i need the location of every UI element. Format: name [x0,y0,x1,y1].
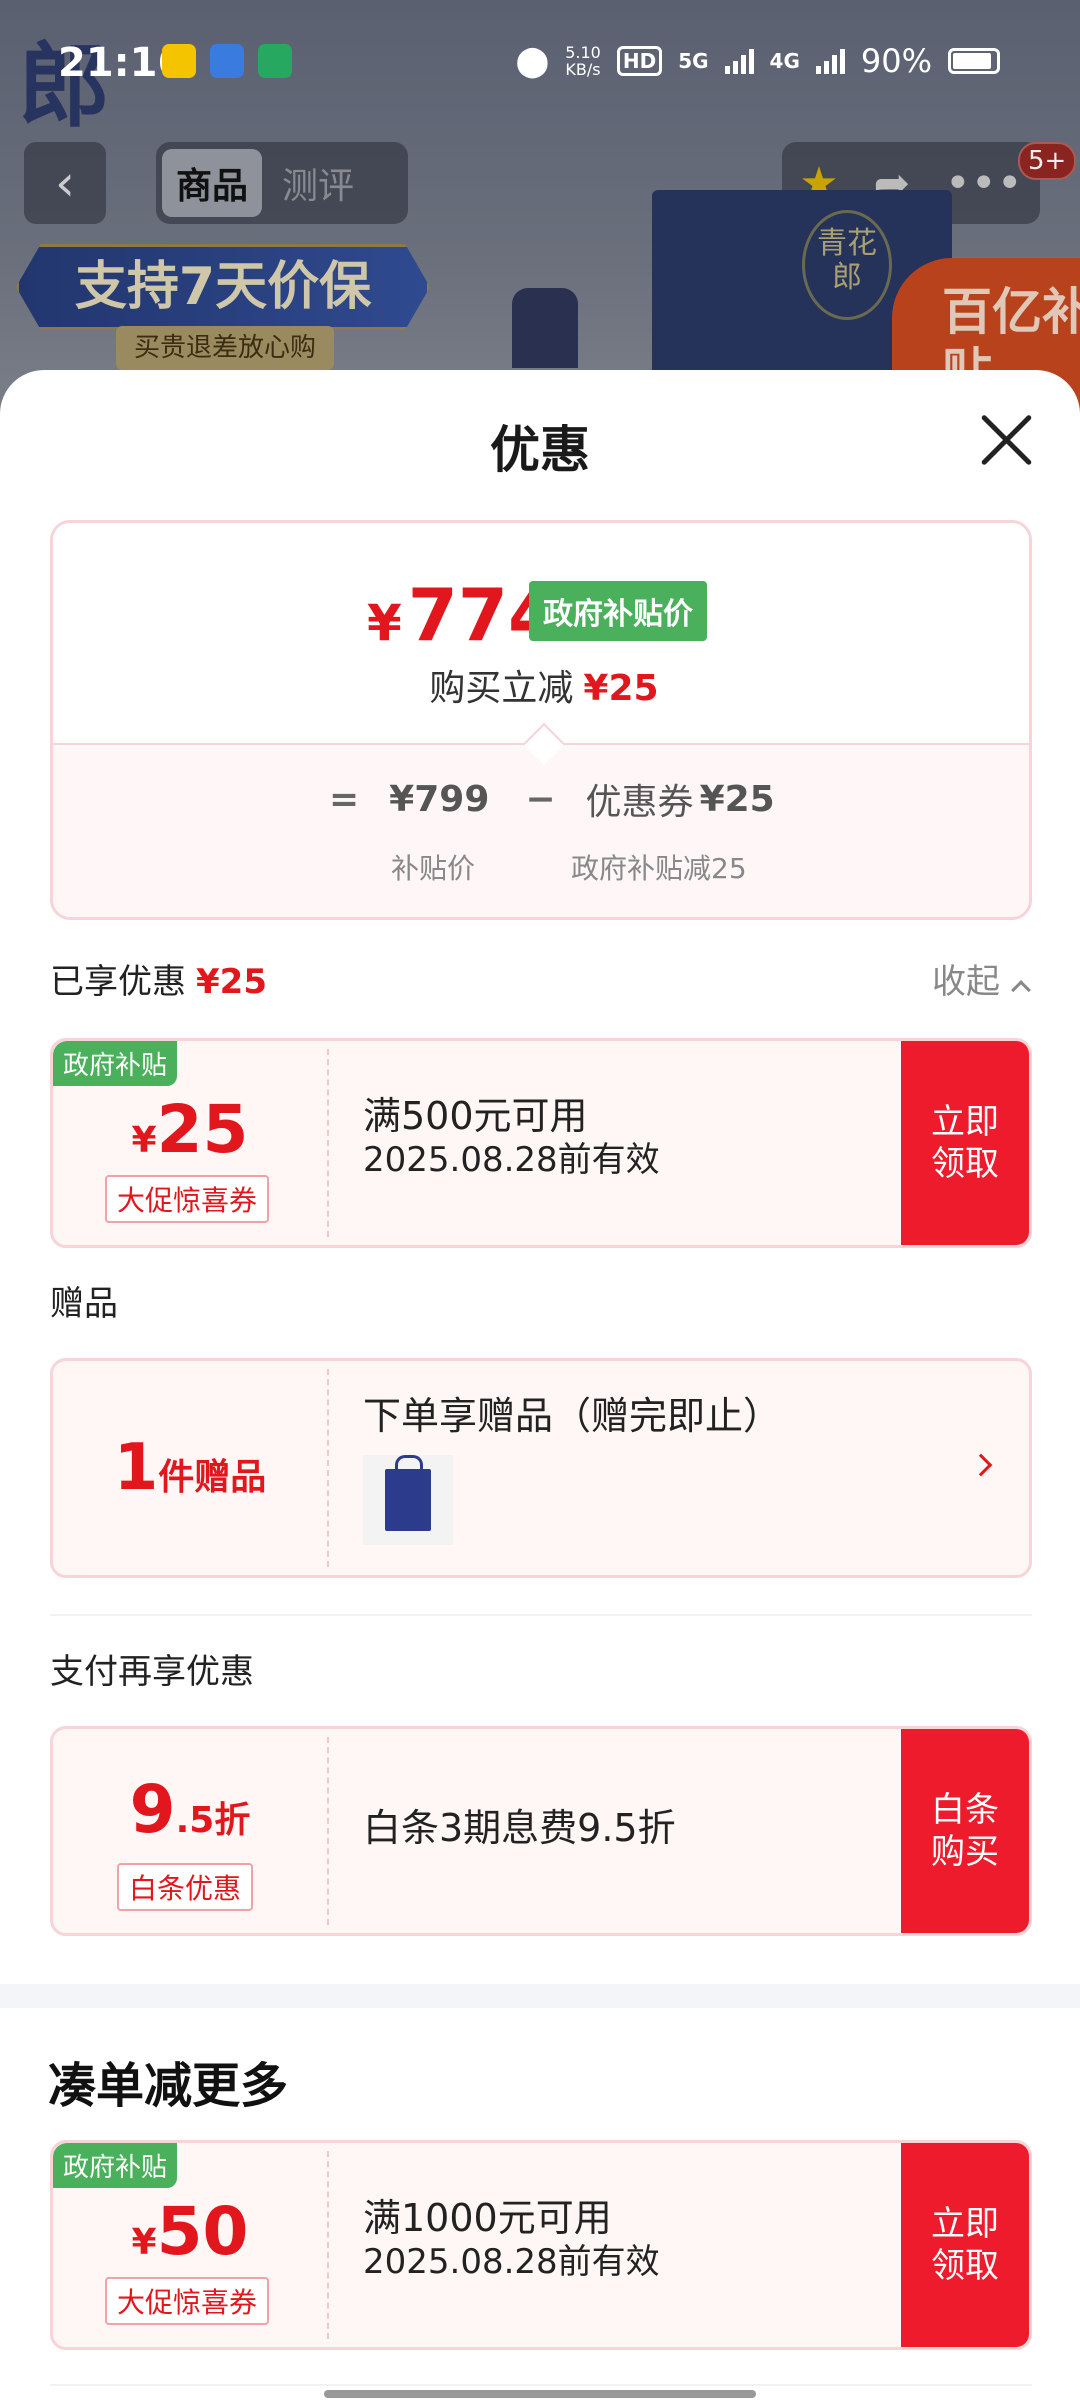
battery-percent: 90% [860,42,932,80]
coupon-condition: 满1000元可用 [363,2196,612,2240]
price-protect-banner: 支持7天价保 [16,244,430,330]
chevron-left-icon: ‹ [55,154,75,212]
coupon-amount: ¥25 [699,778,775,820]
notification-icons [162,44,292,78]
base-price: ¥799 [389,778,490,820]
collapse-button[interactable]: 收起 [932,954,1031,1003]
tab-review[interactable]: 测评 [272,149,364,217]
coupon-type-tag: 大促惊喜券 [105,2277,270,2325]
baitiao-discount: 9.5折 [129,1771,251,1848]
enjoyed-discount-label: 已享优惠 ¥25 [50,962,267,1002]
coupon-validity: 2025.08.28前有效 [363,2242,660,2282]
chevron-up-icon [1011,980,1031,1000]
close-icon[interactable] [976,410,1036,470]
location-icon: ⬤ [515,43,550,79]
baitiao-buy-button[interactable]: 白条 购买 [901,1729,1029,1933]
signal-icon [815,48,845,74]
back-button[interactable]: ‹ [24,142,106,224]
price-protect-sub: 买贵退差放心购 [116,326,334,370]
coupon-condition: 满500元可用 [363,1094,588,1138]
home-indicator[interactable] [324,2390,756,2398]
price-summary-card: ¥ 774 政府补贴价 购买立减 ¥25 = ¥799 − 优惠券 ¥25 补贴价… [50,520,1032,920]
gov-subsidy-price-tag: 政府补贴价 [529,581,707,641]
status-bar: 21:16 ⬤ 5.10 KB/s HD 5G 4G 90% [0,0,1080,120]
sheet-title: 优惠 [490,421,590,479]
chevron-right-icon [969,1453,993,1477]
base-price-caption: 补贴价 [391,852,476,885]
coupon-value: ¥25 [131,1091,249,1168]
price-formula: = ¥799 − 优惠券 ¥25 [329,773,811,825]
more-dots-icon[interactable]: ••• [945,158,1023,209]
hd-icon: HD [616,46,663,76]
gifts-label: 赠品 [50,1284,118,1324]
coupon-validity: 2025.08.28前有效 [363,1140,660,1180]
battery-icon [948,48,1000,74]
baidu-notification-icon [210,44,244,78]
coupon-value: ¥50 [131,2193,249,2270]
product-tabs: 商品 测评 [156,142,408,224]
payment-discount-label: 支付再享优惠 [50,1652,254,1692]
tab-product[interactable]: 商品 [162,149,263,217]
coupon-type-tag: 大促惊喜券 [105,1175,270,1223]
baitiao-card: 9.5折 白条优惠 白条3期息费9.5折 白条 购买 [50,1726,1032,1936]
discount-sheet: 优惠 ¥ 774 政府补贴价 购买立减 ¥25 = ¥799 − 优惠券 ¥25 … [0,370,1080,2400]
coupon-card: 政府补贴 ¥50 大促惊喜券 满1000元可用 2025.08.28前有效 立即… [50,2140,1032,2350]
baitiao-desc: 白条3期息费9.5折 [363,1806,676,1850]
gift-title: 下单享赠品（赠完即止） [363,1394,782,1438]
product-bottle-image [512,288,578,368]
sim2-label: 4G [769,49,800,73]
sim1-label: 5G [678,49,709,73]
network-speed: 5.10 KB/s [565,43,601,79]
brand-seal: 青花郎 [802,210,892,320]
gov-subsidy-ribbon: 政府补贴 [53,1041,178,1086]
gov-subsidy-ribbon: 政府补贴 [53,2143,178,2188]
app-notification-icon [162,44,196,78]
gift-bag-thumbnail [363,1455,453,1545]
claim-coupon-button[interactable]: 立即 领取 [901,1041,1029,1245]
baitiao-tag: 白条优惠 [117,1863,254,1911]
instant-reduction: 购买立减 ¥25 [429,668,659,709]
gift-card[interactable]: 1件赠品 下单享赠品（赠完即止） [50,1358,1032,1578]
claim-coupon-button[interactable]: 立即 领取 [901,2143,1029,2347]
coupon-caption: 政府补贴减25 [571,852,747,885]
gift-count: 1件赠品 [113,1431,267,1505]
coupon-card: 政府补贴 ¥25 大促惊喜券 满500元可用 2025.08.28前有效 立即 … [50,1038,1032,1248]
more-discount-heading: 凑单减更多 [48,2058,289,2114]
notification-badge: 5+ [1018,142,1077,180]
coupon-label: 优惠券 [585,782,694,823]
wechat-notification-icon [258,44,292,78]
signal-icon [724,48,754,74]
